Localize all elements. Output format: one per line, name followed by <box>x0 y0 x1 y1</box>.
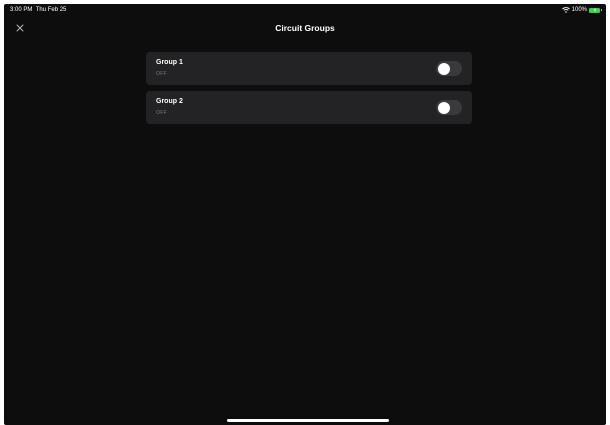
wifi-icon <box>561 7 570 13</box>
circuit-group-card-1[interactable]: Group 1 OFF <box>146 52 472 85</box>
status-date: Thu Feb 25 <box>35 7 67 13</box>
group-name: Group 1 <box>156 59 183 66</box>
battery-charging-icon <box>589 7 602 13</box>
group-status: OFF <box>156 71 167 77</box>
group-2-toggle[interactable] <box>436 100 462 115</box>
status-time-date: 3:00 PM Thu Feb 25 <box>10 7 66 13</box>
home-indicator[interactable] <box>227 419 389 422</box>
group-name: Group 2 <box>156 98 183 105</box>
circuit-group-card-2[interactable]: Group 2 OFF <box>146 91 472 124</box>
battery-percent: 100% <box>571 7 587 13</box>
app-screen: 3:00 PM Thu Feb 25 100% Circuit Groups G… <box>4 4 606 425</box>
toggle-knob <box>437 101 450 114</box>
status-bar: 3:00 PM Thu Feb 25 100% <box>4 4 606 16</box>
navigation-bar: Circuit Groups <box>4 18 606 38</box>
toggle-knob <box>437 62 450 75</box>
group-1-toggle[interactable] <box>436 61 462 76</box>
status-time: 3:00 PM <box>10 7 33 13</box>
status-indicators: 100% <box>561 7 602 13</box>
page-title: Circuit Groups <box>275 23 335 33</box>
group-status: OFF <box>156 110 167 116</box>
